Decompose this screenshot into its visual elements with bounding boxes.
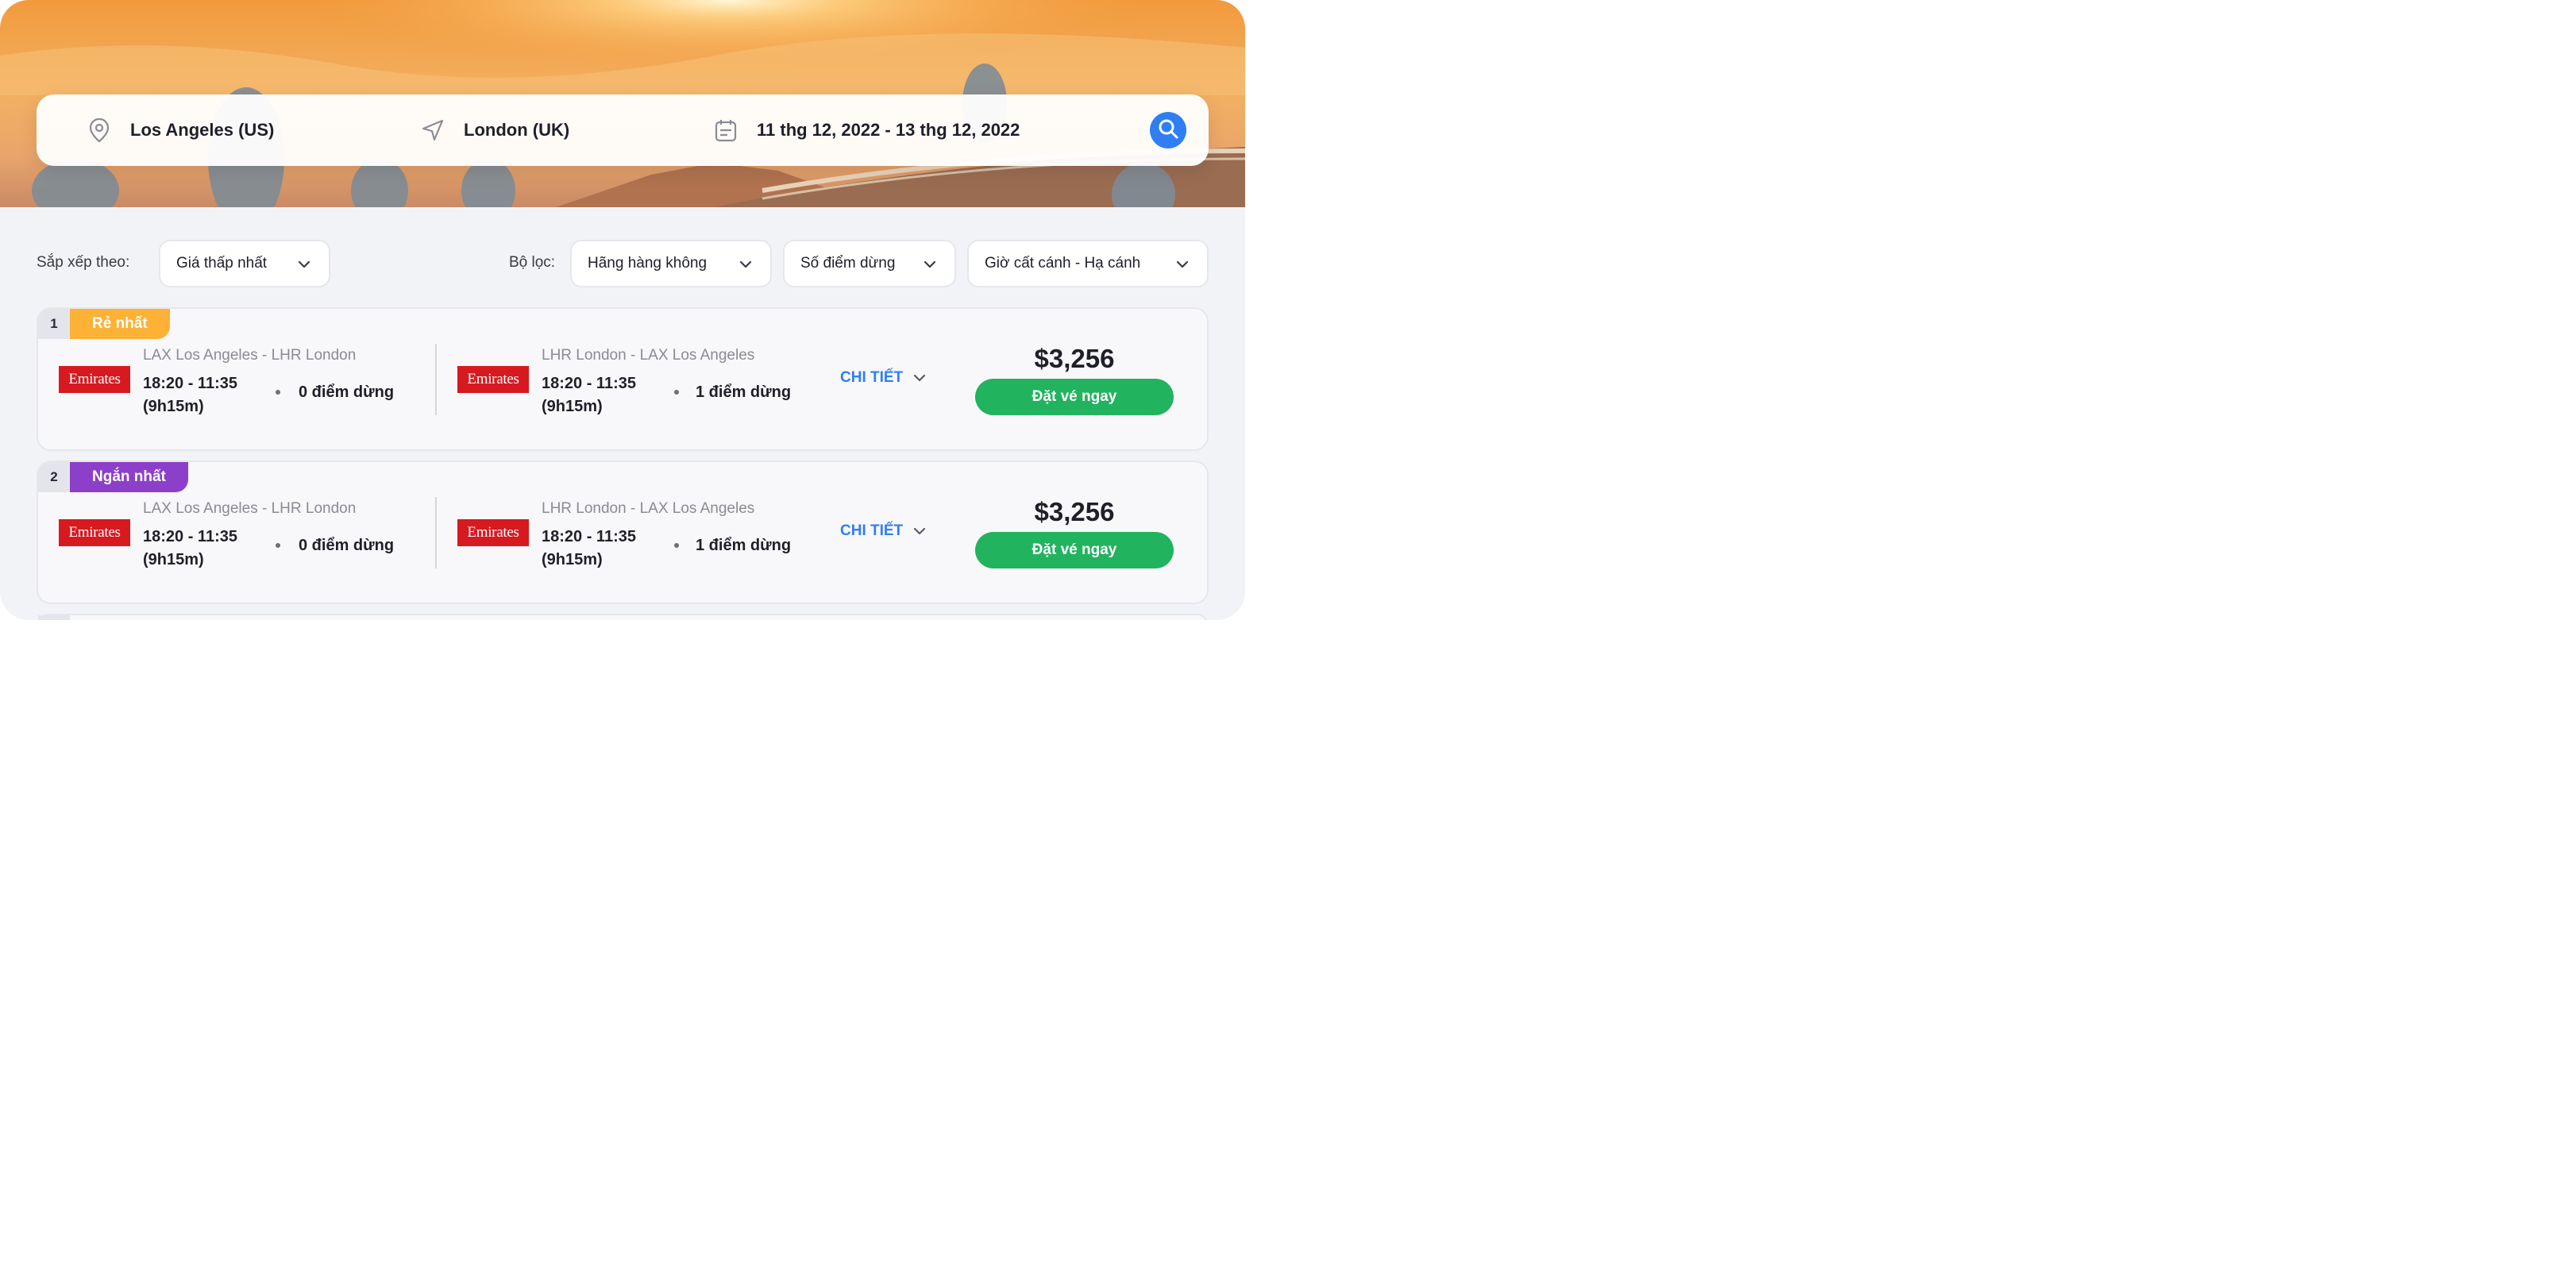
chevron-down-icon (739, 260, 752, 268)
airline-logo: Emirates (457, 519, 529, 546)
details-toggle[interactable]: CHI TIẾT (840, 522, 927, 540)
separator-dot (674, 543, 679, 548)
duration: (9h15m) (143, 398, 204, 415)
time-filter-label: Giờ cất cánh - Hạ cánh (985, 255, 1141, 272)
hero-banner: Los Angeles (US) London (UK) 11 thg 12, … (0, 0, 1245, 207)
airline-filter-dropdown[interactable]: Hãng hàng không (570, 240, 772, 287)
map-pin-icon (87, 118, 111, 143)
separator-dot (276, 390, 280, 395)
airline-logo: Emirates (59, 366, 130, 393)
sort-value: Giá thấp nhất (176, 255, 268, 272)
time-block: 18:20 - 11:35 (9h15m) (143, 372, 237, 418)
route-text: LAX Los Angeles - LHR London (143, 347, 357, 364)
route-text: LAX Los Angeles - LHR London (143, 500, 357, 517)
stops-count: 1 điểm dừng (696, 383, 792, 401)
airline-filter-label: Hãng hàng không (588, 255, 708, 272)
airline-logo: Emirates (59, 519, 130, 546)
flight-result-card-partial (37, 614, 1209, 620)
chevron-down-icon (1176, 260, 1189, 268)
chevron-down-icon (298, 260, 310, 268)
destination-value: London (UK) (464, 120, 570, 140)
separator-dot (276, 543, 280, 548)
search-button[interactable] (1150, 112, 1186, 148)
flight-search-bar: Los Angeles (US) London (UK) 11 thg 12, … (37, 94, 1209, 166)
flight-result-card: 2 Ngắn nhất Emirates LAX Los Angeles - L… (37, 460, 1209, 604)
stops-count: 1 điểm dừng (696, 537, 792, 554)
destination-field[interactable]: London (UK) (421, 94, 569, 166)
time-block: 18:20 - 11:35 (9h15m) (542, 526, 636, 572)
date-range-field[interactable]: 11 thg 12, 2022 - 13 thg 12, 2022 (714, 94, 1020, 166)
time-block: 18:20 - 11:35 (9h15m) (143, 526, 237, 572)
details-toggle[interactable]: CHI TIẾT (840, 369, 927, 387)
price: $3,256 (1034, 497, 1115, 526)
chevron-down-icon (914, 374, 926, 382)
chevron-down-icon (924, 260, 936, 268)
time-range: 18:20 - 11:35 (143, 375, 237, 392)
origin-value: Los Angeles (US) (130, 120, 275, 140)
flight-result-card: 1 Rẻ nhất Emirates LAX Los Angeles - LHR… (37, 307, 1209, 451)
time-range: 18:20 - 11:35 (143, 528, 237, 545)
stops-count: 0 điểm dừng (299, 537, 395, 554)
result-rank (38, 615, 70, 620)
time-block: 18:20 - 11:35 (9h15m) (542, 372, 636, 418)
inbound-leg: Emirates LHR London - LAX Los Angeles 18… (437, 462, 834, 603)
calendar-icon (714, 118, 738, 142)
date-range-value: 11 thg 12, 2022 - 13 thg 12, 2022 (757, 120, 1020, 140)
outbound-leg: Emirates LAX Los Angeles - LHR London 18… (38, 462, 435, 603)
chevron-down-icon (914, 527, 926, 535)
stops-filter-label: Số điểm dừng (800, 255, 896, 272)
inbound-leg: Emirates LHR London - LAX Los Angeles 18… (437, 309, 834, 449)
airline-logo: Emirates (457, 366, 529, 393)
duration: (9h15m) (143, 551, 204, 568)
outbound-leg: Emirates LAX Los Angeles - LHR London 18… (38, 309, 435, 449)
price: $3,256 (1034, 344, 1115, 373)
details-label: CHI TIẾT (840, 369, 904, 386)
filter-label: Bộ lọc: (509, 254, 556, 271)
navigation-arrow-icon (421, 118, 445, 142)
sort-label: Sắp xếp theo: (37, 254, 130, 271)
time-range: 18:20 - 11:35 (542, 528, 636, 545)
duration: (9h15m) (542, 398, 603, 415)
separator-dot (674, 390, 679, 395)
stops-filter-dropdown[interactable]: Số điểm dừng (783, 240, 956, 287)
duration: (9h15m) (542, 551, 603, 568)
route-text: LHR London - LAX Los Angeles (542, 500, 755, 517)
route-text: LHR London - LAX Los Angeles (542, 347, 755, 364)
book-now-button[interactable]: Đặt vé ngay (975, 532, 1174, 568)
book-now-button[interactable]: Đặt vé ngay (975, 379, 1174, 415)
stops-count: 0 điểm dừng (299, 383, 395, 401)
time-range: 18:20 - 11:35 (542, 375, 636, 392)
origin-field[interactable]: Los Angeles (US) (87, 94, 274, 166)
app-frame: Los Angeles (US) London (UK) 11 thg 12, … (0, 0, 1245, 620)
time-filter-dropdown[interactable]: Giờ cất cánh - Hạ cánh (967, 240, 1209, 287)
sort-dropdown[interactable]: Giá thấp nhất (159, 240, 330, 287)
details-label: CHI TIẾT (840, 522, 904, 539)
search-icon (1157, 118, 1179, 144)
